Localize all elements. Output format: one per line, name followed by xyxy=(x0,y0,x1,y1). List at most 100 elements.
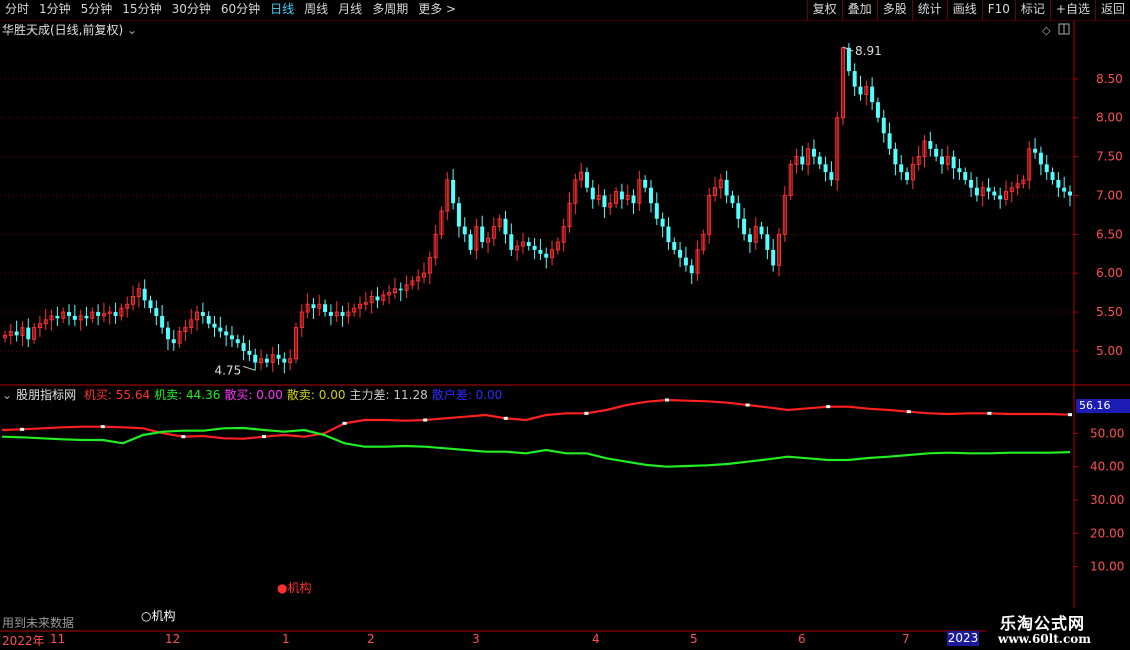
series-marker-41 xyxy=(826,405,831,409)
diamond-icon: ◇ xyxy=(1042,24,1051,37)
period-tabs: 分时 1分钟 5分钟 15分钟 30分钟 60分钟 日线 周线 月线 多周期 更多 > xyxy=(0,0,461,20)
ind-label-4: 10.00 xyxy=(1090,560,1124,574)
indicator-value-5: 散户差: 0.00 xyxy=(431,388,503,402)
time-label-5: 3 xyxy=(472,632,480,646)
tool-button-5[interactable]: F10 xyxy=(981,0,1015,20)
tool-button-4[interactable]: 画线 xyxy=(946,0,982,20)
candle-body-106 xyxy=(619,191,624,200)
candle-body-56 xyxy=(328,312,333,316)
candle-body-116 xyxy=(678,249,683,258)
candle-body-163 xyxy=(951,156,956,169)
tool-button-6[interactable]: 标记 xyxy=(1014,0,1050,20)
candle-body-113 xyxy=(660,218,665,227)
candle-body-101 xyxy=(590,187,595,200)
tab-period-4[interactable]: 30分钟 xyxy=(167,0,216,20)
candle-body-177 xyxy=(1033,148,1038,153)
candle-body-153 xyxy=(893,148,898,165)
candle-body-55 xyxy=(323,304,328,313)
candle-body-131 xyxy=(765,234,770,250)
price-label-6: 5.50 xyxy=(1096,305,1123,319)
candle-body-14 xyxy=(84,315,89,319)
candle-body-26 xyxy=(154,308,159,316)
candle-body-164 xyxy=(957,168,962,173)
tool-button-2[interactable]: 多股 xyxy=(876,0,912,20)
candle-body-58 xyxy=(340,312,345,316)
tab-period-5[interactable]: 60分钟 xyxy=(216,0,265,20)
low-pointer xyxy=(243,365,256,371)
low-price-label: 4.75 xyxy=(215,363,242,377)
candle-body-149 xyxy=(870,86,875,103)
candle-body-27 xyxy=(160,315,165,328)
toolbar: 分时 1分钟 5分钟 15分钟 30分钟 60分钟 日线 周线 月线 多周期 更多 > 复权 叠加 多股… xyxy=(0,0,1130,21)
stock-chart-app: 8.50 8.00 7.50 7.00 6.50 6.00 5.50 5.00 8.91 4.75… xyxy=(0,0,1130,650)
ind-label-0: 50.00 xyxy=(1090,426,1124,440)
candle-body-171 xyxy=(998,195,1003,200)
candle-body-80 xyxy=(468,234,473,250)
candle-body-154 xyxy=(899,164,904,173)
candle-body-125 xyxy=(730,195,735,204)
red-mark-label: ●机构 xyxy=(277,581,312,595)
tool-button-1[interactable]: 叠加 xyxy=(841,0,877,20)
indicator-name[interactable]: 股朋指标网 xyxy=(16,388,76,402)
indicator-value-2: 散买: 0.00 xyxy=(224,388,283,402)
candle-body-34 xyxy=(200,312,205,316)
candle-body-28 xyxy=(165,327,170,340)
tab-period-6[interactable]: 日线 xyxy=(265,0,299,20)
candle-body-45 xyxy=(264,358,269,363)
candle-body-183 xyxy=(1068,191,1072,196)
series-marker-17 xyxy=(342,421,347,425)
price-label-4: 6.50 xyxy=(1096,227,1123,241)
candle-body-25 xyxy=(148,300,153,309)
ind-label-2: 30.00 xyxy=(1090,493,1124,507)
candle-body-169 xyxy=(986,187,991,192)
tab-period-2[interactable]: 5分钟 xyxy=(76,0,118,20)
tab-period-8[interactable]: 月线 xyxy=(333,0,367,20)
candle-body-39 xyxy=(229,335,234,340)
tool-button-7[interactable]: +自选 xyxy=(1049,0,1095,20)
year-2023-tag: 2023 xyxy=(947,631,979,646)
candle-body-140 xyxy=(817,156,822,165)
candle-body-42 xyxy=(247,350,252,355)
candle-body-29 xyxy=(171,339,176,344)
brand-url: www.60lt.com xyxy=(998,632,1091,646)
tab-period-3[interactable]: 15分钟 xyxy=(117,0,166,20)
series-marker-37 xyxy=(745,403,750,407)
tool-buttons: 复权 叠加 多股 统计 画线 F10 标记 +自选 返回 xyxy=(806,0,1130,20)
time-label-7: 5 xyxy=(690,632,698,646)
candle-body-110 xyxy=(643,179,648,188)
tab-period-10[interactable]: 更多 > xyxy=(413,0,461,20)
tab-period-9[interactable]: 多周期 xyxy=(367,0,413,20)
candle-body-127 xyxy=(742,218,747,235)
candle-body-124 xyxy=(724,179,729,196)
tab-period-0[interactable]: 分时 xyxy=(0,0,34,20)
candle-body-68 xyxy=(398,288,403,291)
candle-body-16 xyxy=(96,312,101,316)
indicator-value-1: 机卖: 44.36 xyxy=(154,388,221,402)
chevron-down-icon[interactable]: ⌄ xyxy=(127,23,137,37)
candle-body-150 xyxy=(875,102,880,118)
candle-body-118 xyxy=(689,265,694,274)
stock-title[interactable]: 华胜天成(日线,前复权) ⌄ xyxy=(2,21,137,38)
tool-button-0[interactable]: 复权 xyxy=(806,0,842,20)
series-marker-1 xyxy=(20,427,25,431)
candle-body-139 xyxy=(811,148,816,157)
tab-period-7[interactable]: 周线 xyxy=(299,0,333,20)
candle-body-180 xyxy=(1050,172,1055,180)
time-axis: 2022年 11 12 1 2 3 4 5 6 7 xyxy=(0,631,986,650)
chart-canvas: 8.50 8.00 7.50 7.00 6.50 6.00 5.50 5.00 8.91 4.75… xyxy=(0,20,1130,632)
candle-body-41 xyxy=(241,343,246,351)
candle-body-48 xyxy=(282,358,287,363)
candle-body-141 xyxy=(823,164,828,173)
candle-body-90 xyxy=(526,242,531,246)
tool-button-3[interactable]: 统计 xyxy=(911,0,947,20)
series-marker-25 xyxy=(503,416,508,420)
indicator-collapse-icon[interactable]: ⌄ xyxy=(2,388,12,402)
brand-name: 乐淘公式网 xyxy=(1000,614,1086,633)
high-price-label: 8.91 xyxy=(855,44,882,58)
future-data-note: 用到未来数据 xyxy=(2,616,75,630)
candle-body-160 xyxy=(934,148,939,157)
tab-period-1[interactable]: 1分钟 xyxy=(34,0,76,20)
candle-body-86 xyxy=(503,218,508,235)
tool-button-8[interactable]: 返回 xyxy=(1094,0,1130,20)
candle-body-132 xyxy=(771,249,776,266)
